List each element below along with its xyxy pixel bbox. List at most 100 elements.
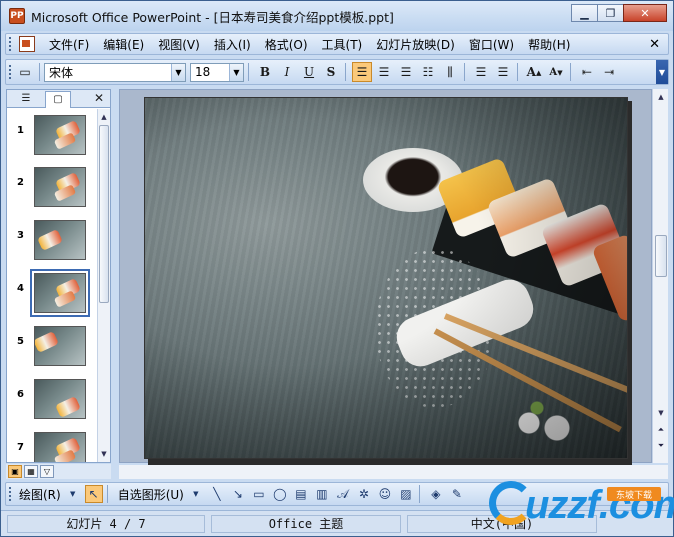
tab-outline[interactable]: ☰ — [13, 91, 39, 107]
line-icon[interactable]: ╲ — [208, 485, 226, 503]
numbering-icon[interactable]: ☰ — [471, 62, 491, 82]
slideshow-view-icon[interactable]: ▽ — [40, 465, 54, 478]
slide-thumbnail[interactable]: 6 — [7, 379, 98, 425]
font-size-value: 18 — [195, 65, 211, 79]
italic-button[interactable]: I — [277, 62, 297, 82]
align-right-icon[interactable]: ☰ — [396, 62, 416, 82]
watermark-logo: uzzf.com 东坡下载 — [489, 475, 674, 531]
tab-slides[interactable]: ▢ — [45, 90, 71, 108]
current-slide[interactable] — [144, 97, 628, 459]
slide-thumbnail-selected[interactable]: 4 — [7, 269, 98, 319]
close-button[interactable]: ✕ — [623, 4, 667, 22]
arrow-icon[interactable]: ↘ — [229, 485, 247, 503]
bullets-icon[interactable]: ☰ — [493, 62, 513, 82]
menu-slideshow[interactable]: 幻灯片放映(D) — [376, 36, 455, 53]
normal-view-icon[interactable]: ▣ — [8, 465, 22, 478]
shrink-font-label: A — [549, 66, 558, 78]
editor-scrollbar[interactable]: ▲ ▼ ⏶ ⏷ — [652, 89, 668, 463]
bold-button[interactable]: B — [255, 62, 275, 82]
slide-thumbnail[interactable]: 3 — [7, 220, 98, 266]
wordart-icon[interactable]: 𝒜 — [334, 485, 352, 503]
slide-number: 6 — [17, 389, 24, 400]
slide-thumbnail-image[interactable] — [34, 326, 86, 366]
toolbar-grip[interactable] — [9, 37, 13, 51]
slide-thumbnail-image[interactable] — [34, 379, 86, 419]
picture-icon[interactable]: ▨ — [397, 485, 415, 503]
new-slide-icon[interactable]: ▭ — [15, 62, 35, 82]
scrollbar-thumb[interactable] — [655, 235, 667, 277]
scroll-up-icon[interactable]: ▲ — [98, 111, 110, 123]
menu-help[interactable]: 帮助(H) — [528, 36, 570, 53]
minimize-button[interactable]: ▁ — [571, 4, 598, 22]
toolbar-separator — [345, 63, 346, 81]
previous-slide-icon[interactable]: ⏶ — [655, 423, 667, 437]
menu-insert[interactable]: 插入(I) — [214, 36, 251, 53]
distributed-icon[interactable]: ⫼ — [440, 62, 460, 82]
justify-icon[interactable]: ☷ — [418, 62, 438, 82]
slide-sorter-icon[interactable]: ▦ — [24, 465, 38, 478]
scrollbar-thumb[interactable] — [99, 125, 109, 303]
autoshapes-menu[interactable]: 自选图形(U) — [118, 486, 184, 503]
align-center-icon[interactable]: ☰ — [374, 62, 394, 82]
menu-view[interactable]: 视图(V) — [158, 36, 200, 53]
clipart-icon[interactable]: ☺ — [376, 485, 394, 503]
menu-edit[interactable]: 编辑(E) — [103, 36, 144, 53]
menu-format[interactable]: 格式(O) — [265, 36, 308, 53]
slides-panel-scrollbar[interactable]: ▲ ▼ — [97, 109, 110, 462]
slide-thumbnail-image[interactable] — [34, 273, 86, 313]
decrease-indent-icon[interactable]: ⇤ — [577, 62, 597, 82]
fill-color-icon[interactable]: ◈ — [427, 485, 445, 503]
chevron-down-icon[interactable]: ▼ — [64, 485, 82, 503]
slide-number: 5 — [17, 336, 24, 347]
oval-icon[interactable]: ◯ — [271, 485, 289, 503]
maximize-button[interactable]: ❐ — [597, 4, 624, 22]
slide-thumbnail-image[interactable] — [34, 115, 86, 155]
toolbar-separator — [517, 63, 518, 81]
shadow-button[interactable]: S — [321, 62, 341, 82]
menu-tools[interactable]: 工具(T) — [322, 36, 363, 53]
document-close-icon[interactable]: ✕ — [649, 37, 660, 52]
chevron-down-icon[interactable]: ▼ — [171, 63, 185, 81]
diagram-icon[interactable]: ✲ — [355, 485, 373, 503]
increase-font-button[interactable]: A ▲ — [524, 62, 544, 82]
chevron-down-icon[interactable]: ▼ — [229, 63, 243, 81]
scroll-down-icon[interactable]: ▼ — [655, 407, 667, 419]
scroll-down-icon[interactable]: ▼ — [98, 448, 110, 460]
scroll-up-icon[interactable]: ▲ — [655, 91, 667, 103]
slide-thumbnail-image[interactable] — [34, 167, 86, 207]
slide-thumbnail[interactable]: 2 — [7, 167, 98, 213]
textbox-icon[interactable]: ▤ — [292, 485, 310, 503]
increase-indent-icon[interactable]: ⇥ — [599, 62, 619, 82]
line-color-icon[interactable]: ✎ — [448, 485, 466, 503]
underline-button[interactable]: U — [299, 62, 319, 82]
font-size-select[interactable]: 18 ▼ — [190, 62, 244, 82]
toolbar-overflow-icon[interactable]: ▼ — [656, 60, 668, 84]
slide-thumbnail[interactable]: 7 — [7, 432, 98, 462]
decrease-font-button[interactable]: A ▼ — [546, 62, 566, 82]
slides-panel: ☰ ▢ ✕ 1 2 3 4 5 6 7 ▲ ▼ — [6, 89, 111, 463]
slide-thumbnails: 1 2 3 4 5 6 7 — [7, 109, 98, 462]
align-left-icon[interactable]: ☰ — [352, 62, 372, 82]
slide-number: 2 — [17, 177, 24, 188]
chevron-down-icon[interactable]: ▼ — [187, 485, 205, 503]
slide-thumbnail-image[interactable] — [34, 432, 86, 462]
status-slide-position: 幻灯片 4 / 7 — [7, 514, 205, 533]
slide-thumbnail[interactable]: 5 — [7, 326, 98, 372]
menu-file[interactable]: 文件(F) — [49, 36, 89, 53]
document-icon[interactable] — [19, 36, 35, 52]
powerpoint-app-icon[interactable]: PP — [9, 8, 25, 24]
toolbar-separator — [418, 485, 420, 503]
font-name-select[interactable]: 宋体 ▼ — [44, 62, 186, 82]
select-pointer-icon[interactable]: ↖ — [84, 485, 103, 503]
slide-thumbnail-image[interactable] — [34, 220, 86, 260]
view-buttons: ▣ ▦ ▽ — [6, 464, 111, 479]
vertical-textbox-icon[interactable]: ▥ — [313, 485, 331, 503]
next-slide-icon[interactable]: ⏷ — [655, 439, 667, 453]
toolbar-grip[interactable] — [9, 487, 13, 501]
slide-thumbnail[interactable]: 1 — [7, 115, 98, 161]
rectangle-icon[interactable]: ▭ — [250, 485, 268, 503]
draw-menu[interactable]: 绘图(R) — [19, 486, 61, 503]
menu-window[interactable]: 窗口(W) — [469, 36, 514, 53]
toolbar-grip[interactable] — [9, 65, 13, 79]
panel-close-icon[interactable]: ✕ — [94, 91, 104, 105]
